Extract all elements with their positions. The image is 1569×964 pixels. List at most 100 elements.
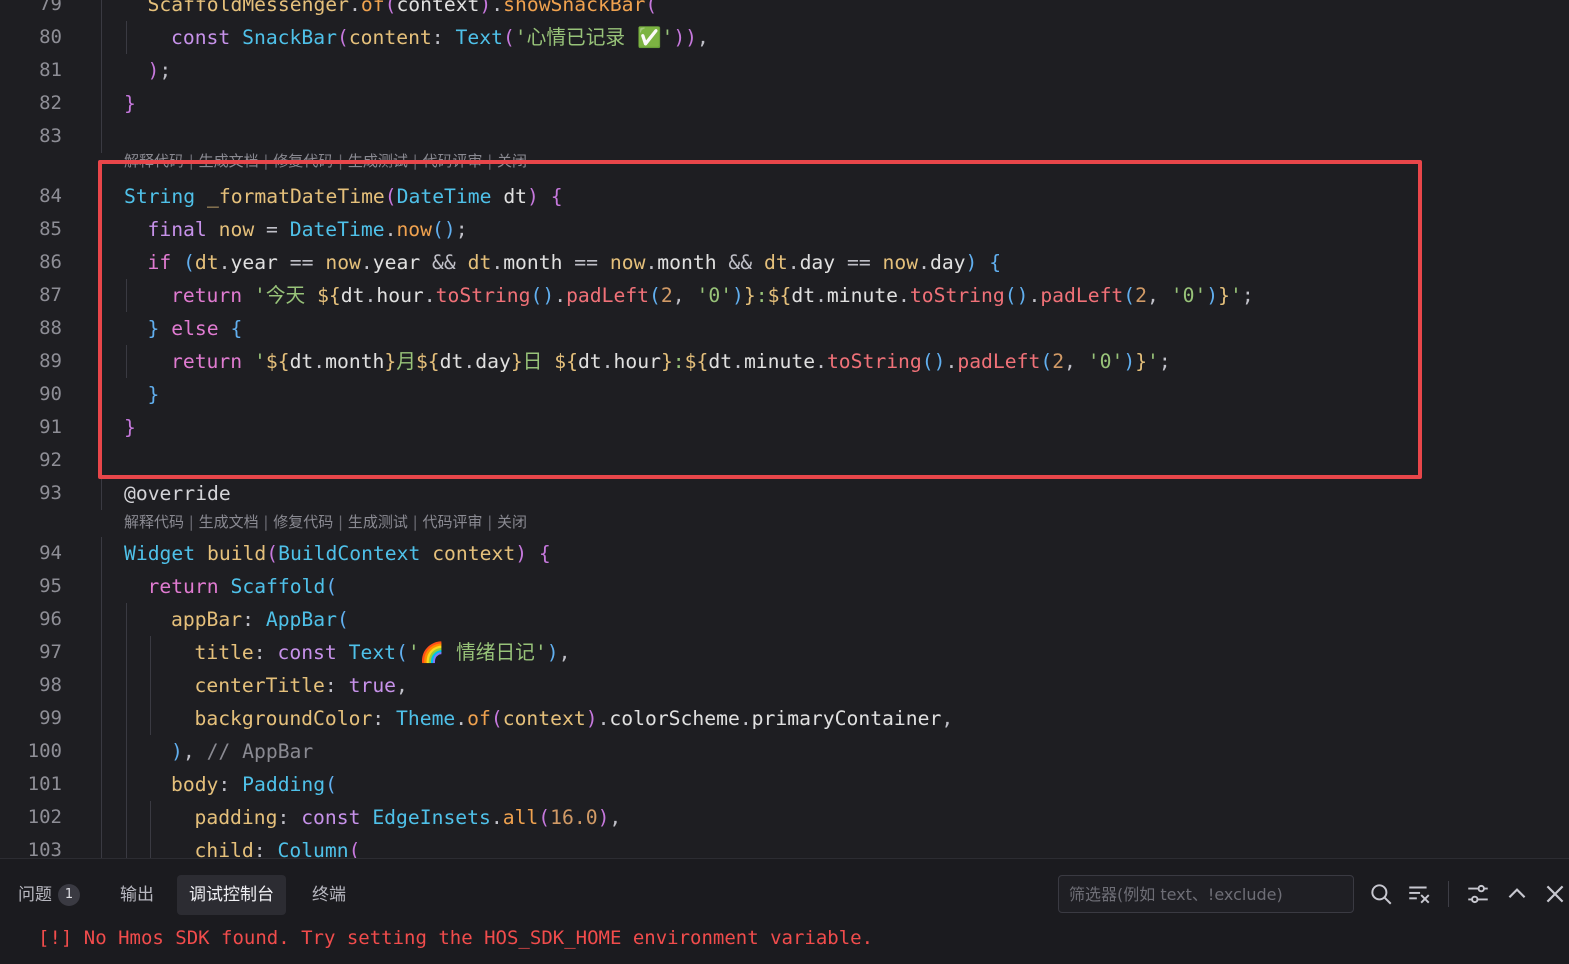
codelens-action[interactable]: 修复代码 xyxy=(273,513,333,531)
code-line[interactable]: 80 const SnackBar(content: Text('心情已记录 ✅'… xyxy=(0,21,1569,54)
code-token: EdgeInsets xyxy=(372,806,491,829)
code-text: backgroundColor: Theme.of(context).color… xyxy=(195,702,954,735)
code-token: Text xyxy=(455,26,503,49)
code-token: body xyxy=(171,773,219,796)
close-icon[interactable] xyxy=(1542,881,1568,907)
code-editor[interactable]: 79 ScaffoldMessenger.of(context).showSnac… xyxy=(0,0,1569,858)
codelens-separator: | xyxy=(407,513,423,531)
indent-guide xyxy=(101,570,102,603)
search-icon[interactable] xyxy=(1368,881,1394,907)
code-line[interactable]: 101 body: Padding( xyxy=(0,768,1569,801)
indent-guide xyxy=(101,54,102,87)
code-token: build xyxy=(206,542,267,565)
line-number: 103 xyxy=(27,839,62,858)
code-token: appBar xyxy=(171,608,243,631)
indent-guide xyxy=(149,636,151,669)
code-token: title xyxy=(194,641,254,664)
indent-guide xyxy=(126,21,127,54)
code-line[interactable]: 103 child: Column( xyxy=(0,834,1569,858)
code-text: @override xyxy=(124,477,231,510)
line-number: 80 xyxy=(39,26,62,48)
line-number: 82 xyxy=(39,92,62,114)
tab-output[interactable]: 输出 xyxy=(108,875,166,915)
code-token: const xyxy=(277,641,349,664)
code-token: , xyxy=(941,707,954,730)
code-token: , xyxy=(609,806,622,829)
tab-problems[interactable]: 问题 1 xyxy=(6,875,92,915)
code-line[interactable]: 81); xyxy=(0,54,1569,87)
indent-guide xyxy=(126,735,127,768)
chevron-up-icon[interactable] xyxy=(1504,881,1530,907)
indent-guide xyxy=(101,87,102,120)
code-line[interactable]: 94 Widget build(BuildContext context) { xyxy=(0,537,1569,570)
codelens-action[interactable]: 关闭 xyxy=(497,513,527,531)
indent-guide xyxy=(101,636,102,669)
codelens-action[interactable]: 代码评审 xyxy=(422,513,482,531)
line-number: 91 xyxy=(39,416,62,438)
code-token: . xyxy=(455,707,468,730)
code-line[interactable]: 83 xyxy=(0,120,1569,153)
code-token: primaryContainer xyxy=(751,707,942,730)
code-token: 16.0 xyxy=(550,806,598,829)
code-line[interactable]: 100), // AppBar xyxy=(0,735,1569,768)
code-token: const xyxy=(171,26,243,49)
code-token: Padding xyxy=(242,773,326,796)
code-token: true xyxy=(348,674,397,697)
code-line[interactable]: 97 title: const Text('🌈 情绪日记'), xyxy=(0,636,1569,669)
code-token: '心情已记录 ✅' xyxy=(514,26,674,49)
code-token: return xyxy=(147,575,231,598)
code-text: Widget build(BuildContext context) { xyxy=(124,537,551,570)
code-token: ) xyxy=(515,542,528,565)
tab-debug-console[interactable]: 调试控制台 xyxy=(177,875,286,915)
indent-guide xyxy=(101,603,102,636)
codelens-separator: | xyxy=(184,513,199,531)
codelens-separator: | xyxy=(482,513,498,531)
indent-guide xyxy=(101,834,102,858)
line-number: 79 xyxy=(39,0,62,15)
highlight-box xyxy=(98,160,1422,479)
code-token: { xyxy=(538,542,551,565)
line-number: 83 xyxy=(39,125,62,147)
tab-terminal[interactable]: 终端 xyxy=(300,875,358,915)
code-line[interactable]: 98 centerTitle: true, xyxy=(0,669,1569,702)
code-token: // AppBar xyxy=(206,740,314,763)
code-token: const xyxy=(301,806,373,829)
code-token: ) xyxy=(673,26,686,49)
indent-guide xyxy=(126,603,127,636)
code-token: : xyxy=(324,674,349,697)
code-line[interactable]: 96 appBar: AppBar( xyxy=(0,603,1569,636)
indent-guide xyxy=(126,834,127,858)
code-text: centerTitle: true, xyxy=(195,669,408,702)
clear-output-icon[interactable] xyxy=(1406,881,1432,907)
code-token: : xyxy=(218,773,243,796)
line-number: 92 xyxy=(39,449,62,471)
code-token: ( xyxy=(502,26,515,49)
code-token: of xyxy=(467,707,491,730)
code-token: ScaffoldMessenger xyxy=(147,0,350,16)
code-line[interactable]: 93 @override xyxy=(0,477,1569,510)
code-token: ) xyxy=(147,59,160,82)
code-token: Theme xyxy=(396,707,456,730)
indent-guide xyxy=(149,702,151,735)
code-line[interactable]: 99 backgroundColor: Theme.of(context).col… xyxy=(0,702,1569,735)
code-line[interactable]: 82} xyxy=(0,87,1569,120)
filter-input[interactable] xyxy=(1058,875,1354,913)
code-token: , xyxy=(182,740,207,763)
code-token: : xyxy=(277,806,302,829)
tab-output-label: 输出 xyxy=(120,885,154,905)
indent-guide xyxy=(126,669,127,702)
code-token: : xyxy=(253,641,278,664)
code-line[interactable]: 102 padding: const EdgeInsets.all(16.0), xyxy=(0,801,1569,834)
code-token: context xyxy=(432,542,516,565)
code-line[interactable]: 95 return Scaffold( xyxy=(0,570,1569,603)
filter-settings-icon[interactable] xyxy=(1465,881,1491,907)
codelens-action[interactable]: 生成文档 xyxy=(199,513,259,531)
codelens-action[interactable]: 解释代码 xyxy=(124,513,184,531)
codelens-action[interactable]: 生成测试 xyxy=(348,513,408,531)
code-line[interactable]: 79 ScaffoldMessenger.of(context).showSnac… xyxy=(0,0,1569,21)
line-number: 86 xyxy=(39,251,62,273)
code-text: const SnackBar(content: Text('心情已记录 ✅'))… xyxy=(171,21,709,54)
code-token: ) xyxy=(479,0,492,16)
indent-guide xyxy=(101,537,102,570)
